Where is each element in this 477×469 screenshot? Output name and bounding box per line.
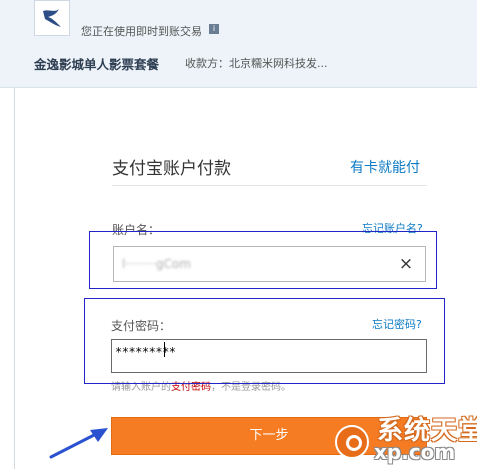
hint-prefix: 请输入账户的 (111, 382, 171, 393)
forgot-account-link[interactable]: 忘记账户名? (362, 220, 423, 236)
payee-text: 收款方：北京糯米网科技发... (185, 57, 328, 70)
watermark-logo-icon (335, 425, 369, 459)
title-divider (112, 185, 427, 186)
password-value: ********* (115, 345, 176, 359)
password-hint: 请输入账户的支付密码，不是登录密码。 (111, 378, 291, 393)
forgot-password-link[interactable]: 忘记密码? (372, 316, 422, 332)
order-title: 金逸影城单人影票套餐 (34, 57, 160, 72)
payment-page: 您正在使用即时到账交易 i 金逸影城单人影票套餐 收款方：北京糯米网科技发...… (0, 0, 477, 469)
transaction-notice: 您正在使用即时到账交易 (81, 25, 202, 38)
clear-icon[interactable]: × (397, 255, 415, 273)
password-label: 支付密码： (111, 319, 172, 333)
account-input[interactable]: l········gCom (113, 246, 426, 282)
hint-highlight: 支付密码 (171, 382, 211, 393)
account-value: l········gCom (122, 257, 191, 271)
password-input[interactable]: ********* (111, 339, 427, 373)
swallow-logo-icon (34, 0, 70, 36)
hint-suffix: ，不是登录密码。 (211, 382, 291, 393)
page-title: 支付宝账户付款 (112, 159, 231, 179)
account-label: 账户名： (112, 223, 161, 237)
text-caret (164, 342, 165, 357)
watermark-url: xp.com (374, 440, 456, 464)
info-icon[interactable]: i (209, 24, 219, 34)
card-pay-link[interactable]: 有卡就能付 (350, 157, 420, 177)
cashier-header: 您正在使用即时到账交易 i 金逸影城单人影票套餐 收款方：北京糯米网科技发... (0, 0, 477, 88)
